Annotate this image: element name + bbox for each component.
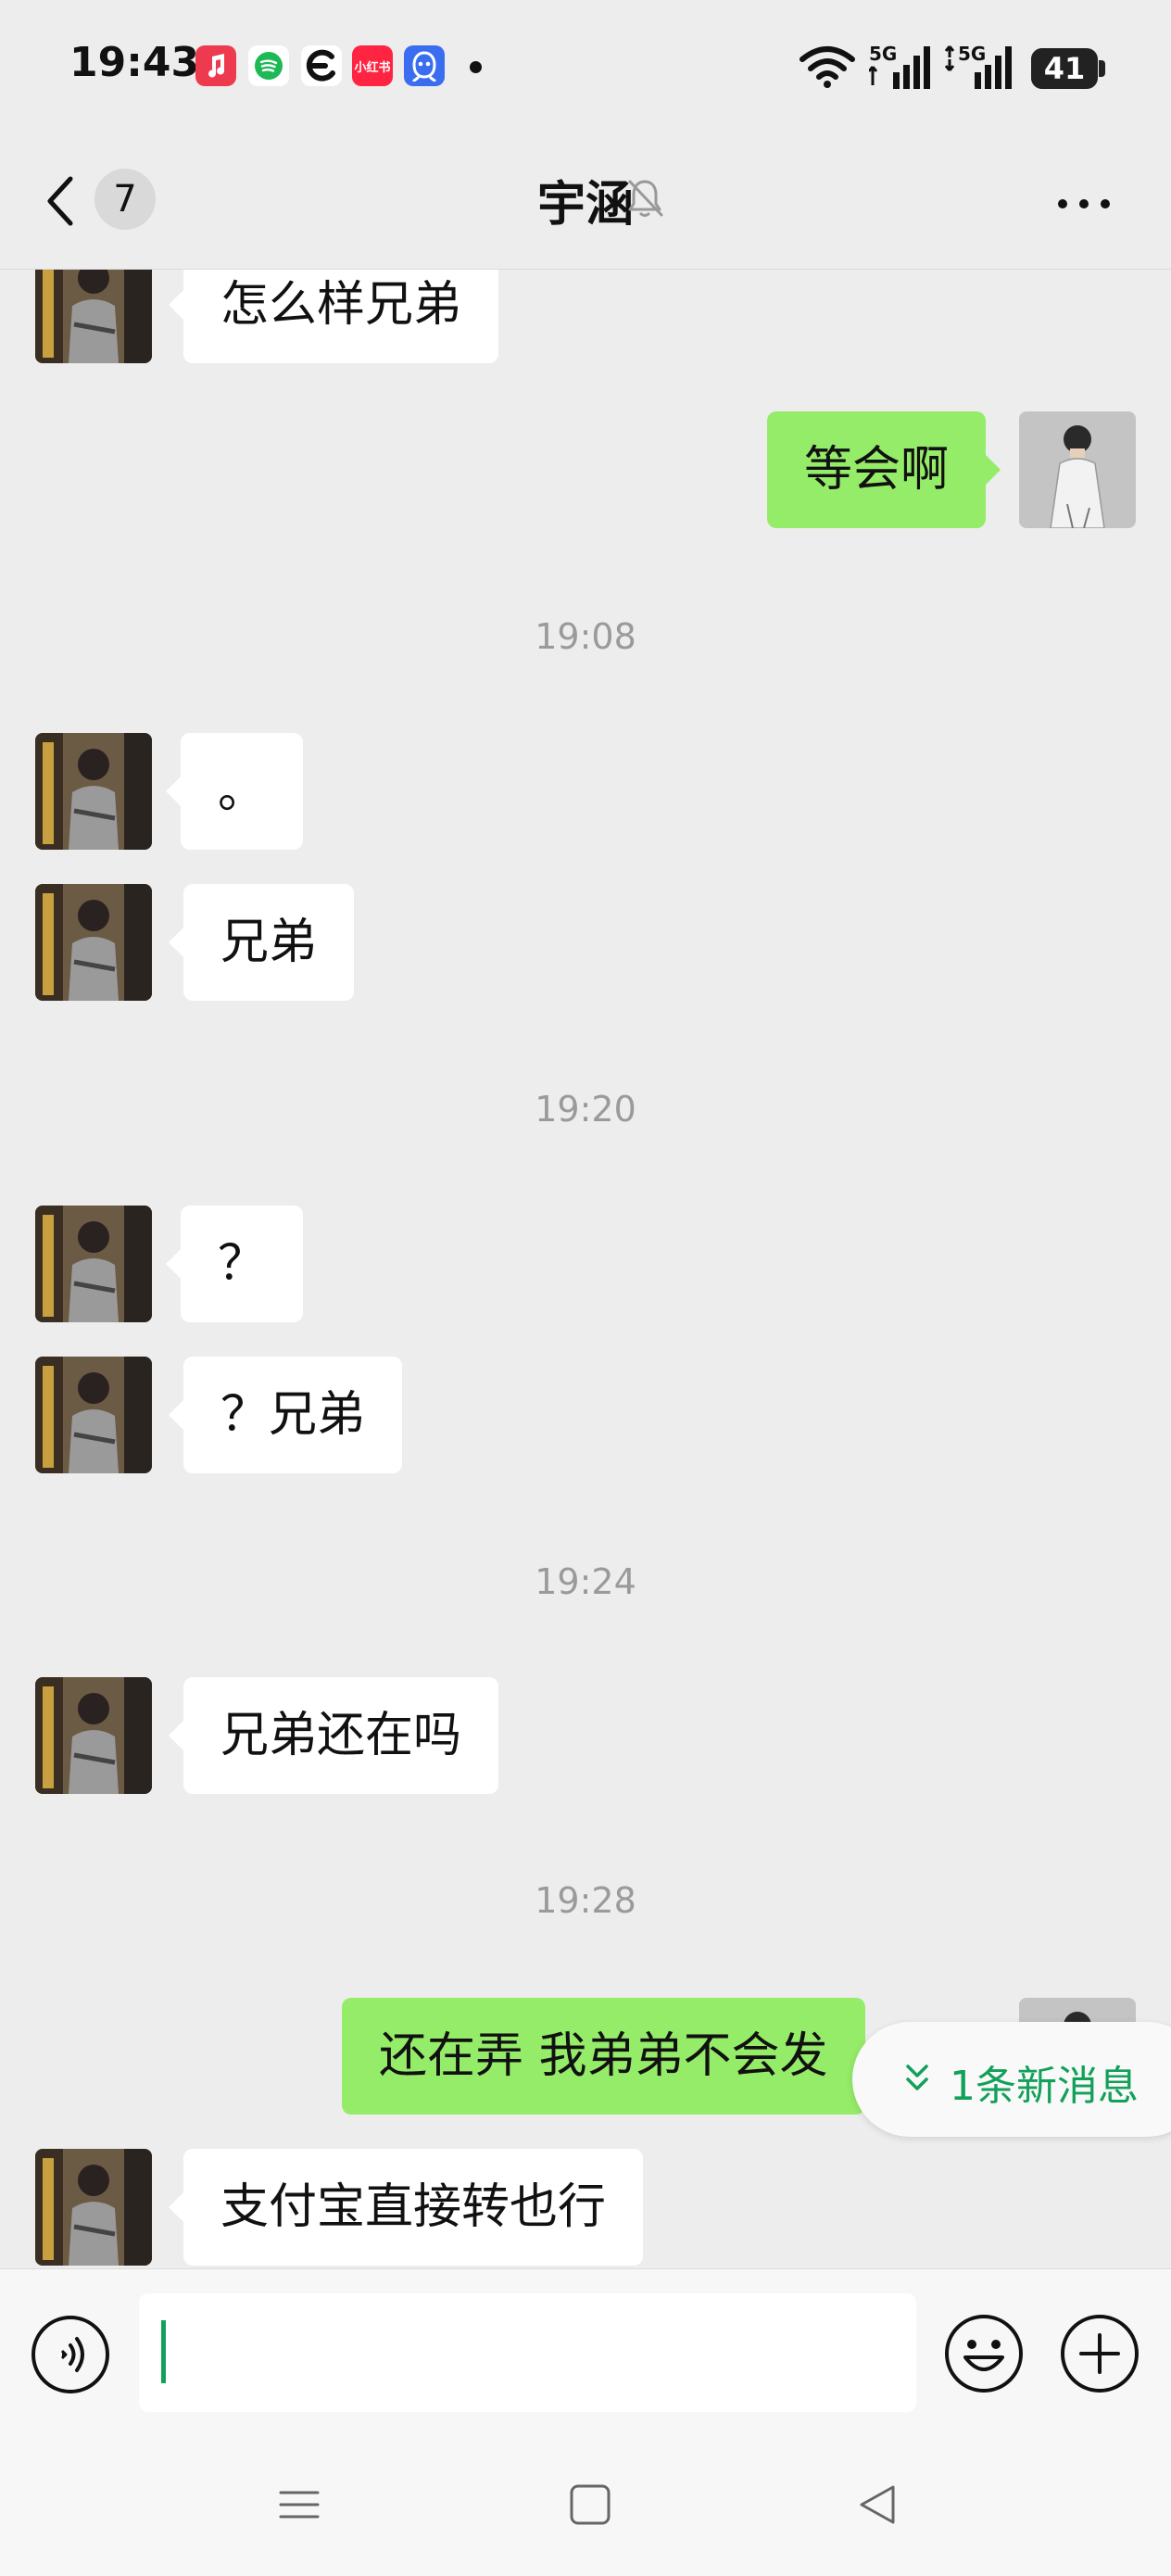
wifi-icon xyxy=(800,46,855,88)
voice-icon xyxy=(31,2316,109,2393)
incoming-message-bubble[interactable]: 支付宝直接转也行 xyxy=(168,2149,644,2266)
network-label-2: 5G xyxy=(958,43,987,65)
battery-cap xyxy=(1099,60,1105,77)
timestamp: 19:28 xyxy=(535,1880,636,1921)
signal-5g-icon-1: 5G xyxy=(869,43,934,91)
browser-e-icon xyxy=(301,45,342,86)
voice-input-button[interactable] xyxy=(31,2315,110,2398)
message-input-bar xyxy=(0,2268,1171,2436)
nav-home-button[interactable] xyxy=(567,2481,613,2532)
double-chevron-down-icon xyxy=(906,2065,928,2090)
timestamp: 19:24 xyxy=(535,1561,636,1602)
contact-avatar[interactable] xyxy=(35,2149,152,2266)
nav-back-button[interactable] xyxy=(854,2481,900,2532)
status-bar: 19:43 小红书 5G 5G 41 xyxy=(0,0,1171,130)
more-functions-button[interactable] xyxy=(1059,2313,1140,2398)
qq-icon xyxy=(404,45,445,86)
music-icon xyxy=(195,45,236,86)
contact-avatar[interactable] xyxy=(35,884,152,1001)
timestamp: 19:08 xyxy=(535,616,636,657)
plus-icon xyxy=(1061,2315,1139,2393)
incoming-message-bubble[interactable]: 。 xyxy=(165,733,304,850)
outgoing-message-bubble[interactable]: 还在弄 我弟弟不会发 xyxy=(342,1998,880,2115)
contact-avatar[interactable] xyxy=(35,1677,152,1794)
new-message-indicator[interactable]: 1条新消息 xyxy=(852,2022,1171,2137)
home-square-icon xyxy=(570,2484,611,2525)
incoming-message-bubble[interactable]: ？兄弟 xyxy=(168,1357,403,1473)
more-options-button[interactable] xyxy=(1051,190,1116,218)
mute-bell-icon xyxy=(628,180,663,217)
user-avatar[interactable] xyxy=(1019,411,1136,528)
battery-level-text: 41 xyxy=(1043,51,1086,86)
nav-menu-button[interactable] xyxy=(276,2481,322,2532)
chat-header: 7 宇涵 xyxy=(0,130,1171,270)
chat-message-list[interactable]: 怎么样兄弟 等会啊 19:08 。 兄弟 19:20 ？ ？兄弟 19:24 兄… xyxy=(0,270,1171,2268)
outgoing-message-bubble[interactable]: 等会啊 xyxy=(766,411,1001,528)
contact-avatar[interactable] xyxy=(35,270,152,363)
battery-icon: 41 xyxy=(1031,48,1098,89)
emoji-button[interactable] xyxy=(943,2313,1025,2398)
spotify-icon xyxy=(248,45,289,86)
xiaohongshu-icon: 小红书 xyxy=(352,45,393,86)
system-navigation-bar xyxy=(0,2435,1171,2576)
menu-icon xyxy=(279,2491,320,2519)
xiaohongshu-label: 小红书 xyxy=(354,60,391,75)
signal-5g-icon-2: 5G xyxy=(945,43,1015,91)
incoming-message-bubble[interactable]: ？ xyxy=(165,1206,304,1322)
timestamp: 19:20 xyxy=(535,1089,636,1130)
back-triangle-icon xyxy=(860,2485,895,2524)
contact-avatar[interactable] xyxy=(35,1206,152,1322)
emoji-icon xyxy=(945,2315,1023,2393)
more-notifications-dot xyxy=(470,61,482,73)
incoming-message-bubble[interactable]: 兄弟 xyxy=(168,884,355,1001)
new-message-count: 1条新消息 xyxy=(950,2063,1139,2110)
more-dots-icon xyxy=(1058,199,1110,208)
message-text-input[interactable] xyxy=(139,2293,916,2412)
incoming-message-bubble[interactable]: 兄弟还在吗 xyxy=(168,1677,499,1794)
chat-title[interactable]: 宇涵 xyxy=(0,165,1171,234)
status-time: 19:43 xyxy=(69,39,200,86)
contact-avatar[interactable] xyxy=(35,733,152,850)
contact-avatar[interactable] xyxy=(35,1357,152,1473)
incoming-message-bubble[interactable]: 怎么样兄弟 xyxy=(168,270,499,363)
text-cursor xyxy=(161,2320,166,2383)
